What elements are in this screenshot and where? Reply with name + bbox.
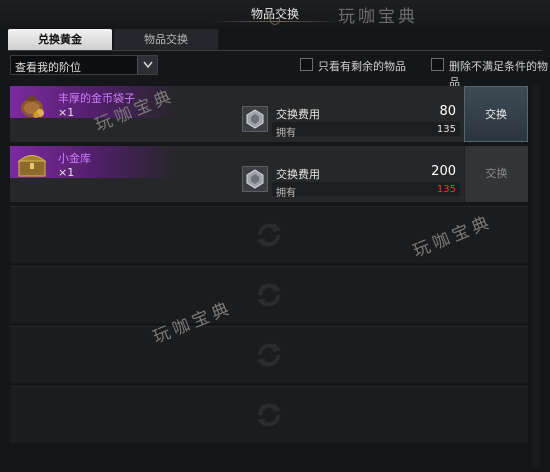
treasure-chest-icon	[14, 149, 50, 179]
exchange-row: 丰厚的金币袋子 ×1 交换费用 拥有 80 135 交换	[10, 86, 528, 142]
silver-currency-icon	[242, 106, 268, 132]
item-quantity: ×1	[58, 106, 75, 119]
owned-value: 135	[436, 124, 456, 135]
cost-value: 80	[439, 104, 456, 119]
refresh-icon	[257, 223, 281, 247]
rank-filter-dropdown[interactable]: 查看我的阶位	[10, 55, 158, 75]
chevron-down-icon[interactable]	[137, 56, 157, 74]
watermark-text: 玩咖宝典	[338, 7, 418, 27]
exchange-button-disabled[interactable]: 交换	[464, 146, 528, 202]
empty-slot	[10, 266, 528, 323]
only-remaining-checkbox[interactable]	[300, 58, 313, 71]
filter-selected-value: 查看我的阶位	[15, 61, 81, 74]
refresh-icon	[257, 283, 281, 307]
tab-divider	[8, 50, 542, 51]
item-quantity: ×1	[58, 166, 75, 179]
cost-label: 交换费用	[276, 108, 320, 121]
coin-bag-icon	[14, 89, 50, 119]
empty-slot	[10, 386, 528, 443]
cost-label: 交换费用	[276, 168, 320, 181]
tab-item-exchange[interactable]: 物品交换	[114, 29, 218, 50]
refresh-icon	[257, 343, 281, 367]
owned-label: 拥有	[276, 188, 296, 199]
item-name: 小金库	[58, 152, 91, 165]
cost-value: 200	[431, 164, 456, 179]
title-bar: 物品交换 玩咖宝典	[0, 0, 550, 27]
refresh-icon	[257, 403, 281, 427]
title-ornament-drop	[270, 17, 280, 25]
silver-currency-icon	[242, 166, 268, 192]
hide-unqualified-checkbox[interactable]	[431, 58, 444, 71]
empty-slot	[10, 326, 528, 383]
owned-label: 拥有	[276, 128, 296, 139]
exchange-button[interactable]: 交换	[464, 86, 528, 142]
owned-bar	[272, 182, 460, 196]
owned-bar	[272, 122, 460, 136]
only-remaining-label: 只看有剩余的物品	[318, 60, 406, 73]
exchange-row: 小金库 ×1 交换费用 拥有 200 135 交换	[10, 146, 528, 202]
tab-bar: 兑换黄金 物品交换	[8, 29, 542, 50]
scrollbar-track[interactable]	[532, 86, 540, 466]
owned-value-insufficient: 135	[436, 184, 456, 195]
tab-exchange-gold[interactable]: 兑换黄金	[8, 29, 112, 50]
